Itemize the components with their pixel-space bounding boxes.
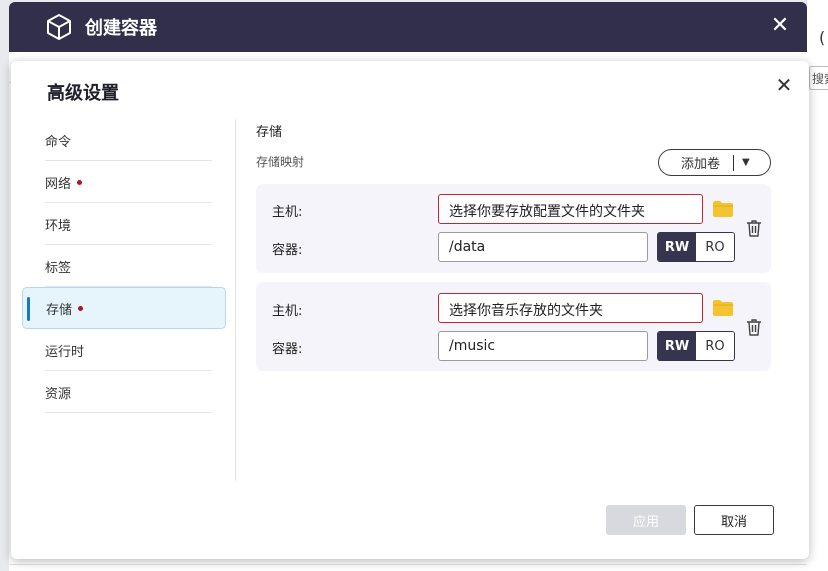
cancel-button[interactable]: 取消 (694, 505, 774, 535)
advanced-settings-title: 高级设置 (47, 83, 119, 104)
volume-card: 主机: 选择你音乐存放的文件夹 容器: /music RW RO (256, 282, 771, 371)
apply-button[interactable]: 应用 (606, 505, 686, 535)
rw-button[interactable]: RW (658, 233, 696, 261)
ro-button[interactable]: RO (696, 332, 734, 360)
trash-icon[interactable] (746, 219, 762, 237)
access-mode-toggle: RW RO (657, 232, 735, 262)
close-icon[interactable]: ✕ (773, 74, 795, 96)
error-dot (77, 179, 83, 185)
sidebar-item-label: 资源 (45, 386, 72, 402)
section-title: 存储 (256, 125, 283, 140)
sidebar-item-storage[interactable]: 存储 (22, 287, 226, 329)
host-path-input[interactable]: 选择你要存放配置文件的文件夹 (438, 194, 703, 224)
host-label: 主机: (272, 205, 303, 220)
folder-icon[interactable] (712, 299, 734, 317)
container-path-input[interactable]: /music (438, 331, 648, 361)
sidebar-item-label: 命令 (45, 134, 72, 150)
host-label: 主机: (272, 304, 303, 319)
sidebar-item-command[interactable]: 命令 (22, 119, 226, 161)
panel-divider (235, 119, 236, 481)
background-search-input[interactable]: 搜索 (809, 66, 828, 90)
folder-icon[interactable] (712, 200, 734, 218)
settings-sidebar: 命令 网络 环境 标签 存储 运行时 资源 (22, 119, 226, 413)
storage-panel: 存储 存储映射 添加卷 ▼ 主机: 选择你要存放配置文件的文件夹 容器: /da… (256, 119, 776, 371)
sidebar-item-label: 存储 (46, 302, 73, 318)
container-path-input[interactable]: /data (438, 232, 648, 262)
container-label: 容器: (272, 342, 303, 357)
add-volume-label: 添加卷 (681, 157, 721, 172)
sidebar-item-environment[interactable]: 环境 (22, 203, 226, 245)
sidebar-item-network[interactable]: 网络 (22, 161, 226, 203)
error-dot (78, 305, 84, 311)
close-icon[interactable]: ✕ (769, 15, 791, 37)
sidebar-item-runtime[interactable]: 运行时 (22, 329, 226, 371)
sidebar-item-resources[interactable]: 资源 (22, 371, 226, 413)
volume-card: 主机: 选择你要存放配置文件的文件夹 容器: /data RW RO (256, 184, 771, 273)
create-container-title: 创建容器 (85, 18, 157, 39)
container-label: 容器: (272, 243, 303, 258)
sidebar-item-label: 环境 (45, 218, 72, 234)
storage-mapping-label: 存储映射 (256, 155, 305, 169)
sidebar-item-label: 运行时 (45, 344, 85, 360)
host-path-input[interactable]: 选择你音乐存放的文件夹 (438, 293, 703, 323)
create-container-header: 创建容器 ✕ (9, 2, 807, 52)
background-page: ( 搜索 (806, 0, 828, 571)
cube-icon (47, 14, 71, 40)
advanced-settings-dialog: 高级设置 ✕ 命令 网络 环境 标签 存储 运行时 资源 存储 存储映射 添加卷… (11, 61, 809, 559)
ro-button[interactable]: RO (696, 233, 734, 261)
sidebar-item-labels[interactable]: 标签 (22, 245, 226, 287)
sidebar-item-label: 网络 (45, 176, 72, 192)
background-glyph: ( (819, 28, 826, 47)
caret-down-icon: ▼ (742, 157, 750, 168)
access-mode-toggle: RW RO (657, 331, 735, 361)
rw-button[interactable]: RW (658, 332, 696, 360)
add-volume-button[interactable]: 添加卷 ▼ (658, 149, 771, 176)
trash-icon[interactable] (746, 318, 762, 336)
sidebar-item-label: 标签 (45, 260, 72, 276)
